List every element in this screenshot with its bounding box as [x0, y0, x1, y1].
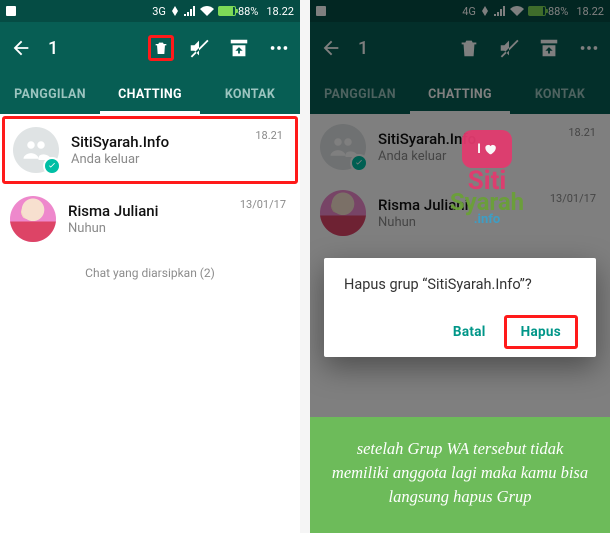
- chat-row[interactable]: Risma Juliani Nuhun 13/01/17: [0, 186, 300, 252]
- wifi-icon: [200, 6, 214, 16]
- selection-count: 1: [48, 38, 58, 59]
- battery-percent: 88%: [238, 5, 258, 18]
- mute-icon: [188, 37, 210, 59]
- contact-avatar: [10, 196, 56, 242]
- arrow-back-icon: [10, 37, 32, 59]
- network-type: 3G: [152, 5, 166, 18]
- signal-data-icon: [170, 6, 180, 16]
- signal-bars-icon: [184, 6, 196, 16]
- chat-list: SitiSyarah.Info Anda keluar 18.21 Risma …: [0, 114, 300, 533]
- more-button[interactable]: [266, 35, 292, 61]
- chat-time: 18.21: [255, 129, 283, 142]
- chat-subtitle: Anda keluar: [71, 152, 243, 167]
- mute-button[interactable]: [186, 35, 212, 61]
- chat-subtitle: Nuhun: [68, 221, 228, 236]
- check-icon: [47, 161, 57, 171]
- chat-row[interactable]: SitiSyarah.Info Anda keluar 18.21: [2, 116, 298, 184]
- archived-link[interactable]: Chat yang diarsipkan (2): [0, 252, 300, 294]
- chat-title: SitiSyarah.Info: [71, 133, 243, 151]
- archive-button[interactable]: [226, 35, 252, 61]
- trash-icon: [153, 37, 169, 59]
- tab-contacts[interactable]: KONTAK: [200, 74, 300, 114]
- archive-icon: [228, 37, 250, 59]
- confirm-dialog: Hapus grup “SitiSyarah.Info”? Batal Hapu…: [324, 258, 596, 357]
- instruction-caption: setelah Grup WA tersebut tidak memiliki …: [310, 417, 610, 533]
- tab-chats[interactable]: CHATTING: [100, 74, 200, 114]
- phone-left: 3G 88% 18.22 1: [0, 0, 300, 533]
- dialog-message: Hapus grup “SitiSyarah.Info”?: [344, 276, 578, 293]
- clock: 18.22: [266, 5, 294, 18]
- delete-button[interactable]: [148, 35, 174, 61]
- tab-calls[interactable]: PANGGILAN: [0, 74, 100, 114]
- cancel-button[interactable]: Batal: [441, 316, 498, 348]
- selected-check: [43, 157, 61, 175]
- chat-title: Risma Juliani: [68, 202, 228, 220]
- confirm-delete-button[interactable]: Hapus: [504, 315, 578, 349]
- back-button[interactable]: [8, 35, 34, 61]
- battery-indicator: 88%: [218, 5, 258, 18]
- more-horiz-icon: [268, 37, 290, 59]
- tab-bar: PANGGILAN CHATTING KONTAK: [0, 74, 300, 114]
- status-bar: 3G 88% 18.22: [0, 0, 300, 22]
- square-icon: [6, 6, 16, 16]
- group-avatar: [13, 127, 59, 173]
- selection-header: 1: [0, 22, 300, 74]
- chat-time: 13/01/17: [240, 198, 286, 211]
